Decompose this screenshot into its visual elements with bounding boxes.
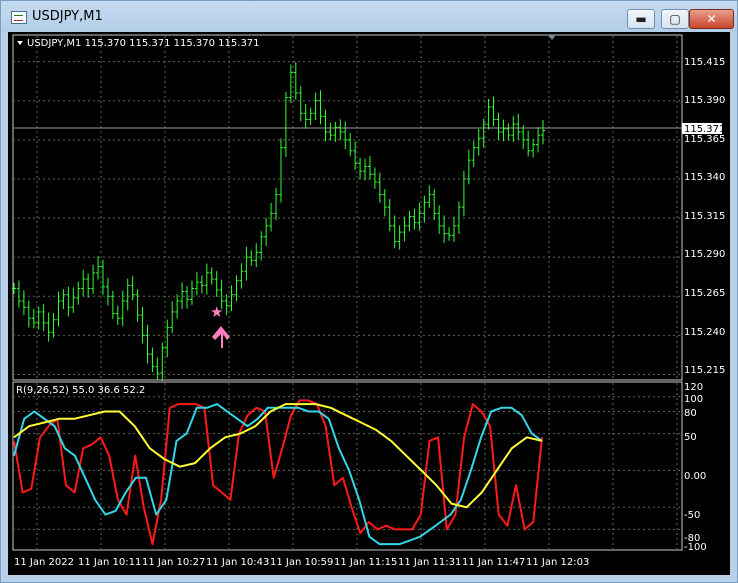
time-tick: 11 Jan 11:31 [398,557,461,568]
window-title: USDJPY,M1 [32,9,103,24]
price-tick: 115.365 [684,134,725,145]
time-tick: 11 Jan 10:43 [206,557,269,568]
maximize-icon: ▢ [669,12,681,26]
chart-window: USDJPY,M1 ▬ ▢ ✕ USDJPY,M1 115.370 115.37… [0,0,738,583]
indicator-mid-line [13,403,543,546]
indicator-tick: 0.00 [684,471,706,482]
maximize-button[interactable]: ▢ [661,9,689,29]
indicator-tick: 50 [684,432,697,443]
price-tick: 115.340 [684,172,725,183]
indicator-tick: -100 [684,542,707,553]
price-tick: 115.390 [684,95,725,106]
title-bar[interactable]: USDJPY,M1 ▬ ▢ ✕ [1,1,737,32]
buy-arrow-icon [212,326,230,348]
price-tick: 115.265 [684,288,725,299]
price-panel-frame [12,34,683,381]
indicator-header: R(9,26,52) 55.0 36.6 52.2 [16,385,145,396]
indicator-fast-line [13,399,543,546]
price-tick: 115.240 [684,327,725,338]
chart-canvas[interactable]: USDJPY,M1 115.370 115.371 115.370 115.37… [8,32,730,575]
time-tick: 11 Jan 10:11 [78,557,141,568]
time-tick: 11 Jan 11:15 [334,557,397,568]
indicator-tick: 80 [684,408,697,419]
time-tick: 11 Jan 10:27 [142,557,205,568]
price-tick: 115.290 [684,249,725,260]
indicator-tick: -50 [684,510,700,521]
price-tick: 115.315 [684,211,725,222]
minimize-icon: ▬ [635,12,647,26]
close-button[interactable]: ✕ [689,9,734,29]
chart-window-icon [11,11,27,24]
close-icon: ✕ [706,12,717,26]
minimize-button[interactable]: ▬ [627,9,655,29]
dropdown-arrow-icon[interactable] [17,41,23,45]
time-tick: 11 Jan 12:03 [526,557,589,568]
time-tick: 11 Jan 10:59 [270,557,333,568]
time-tick: 11 Jan 2022 [14,557,74,568]
symbol-header: USDJPY,M1 115.370 115.371 115.370 115.37… [27,38,260,49]
indicator-tick: 100 [684,394,703,405]
time-tick: 11 Jan 11:47 [462,557,525,568]
signal-star-icon: ★ [210,303,223,321]
indicator-tick: 120 [684,382,703,393]
indicator-lines [13,399,543,546]
price-candles [12,62,545,381]
price-tick: 115.215 [684,365,725,376]
price-tick: 115.415 [684,57,725,68]
current-price-label: 115.371 [684,124,725,135]
price-grid [13,36,682,379]
chart-area[interactable]: USDJPY,M1 115.370 115.371 115.370 115.37… [8,32,730,575]
